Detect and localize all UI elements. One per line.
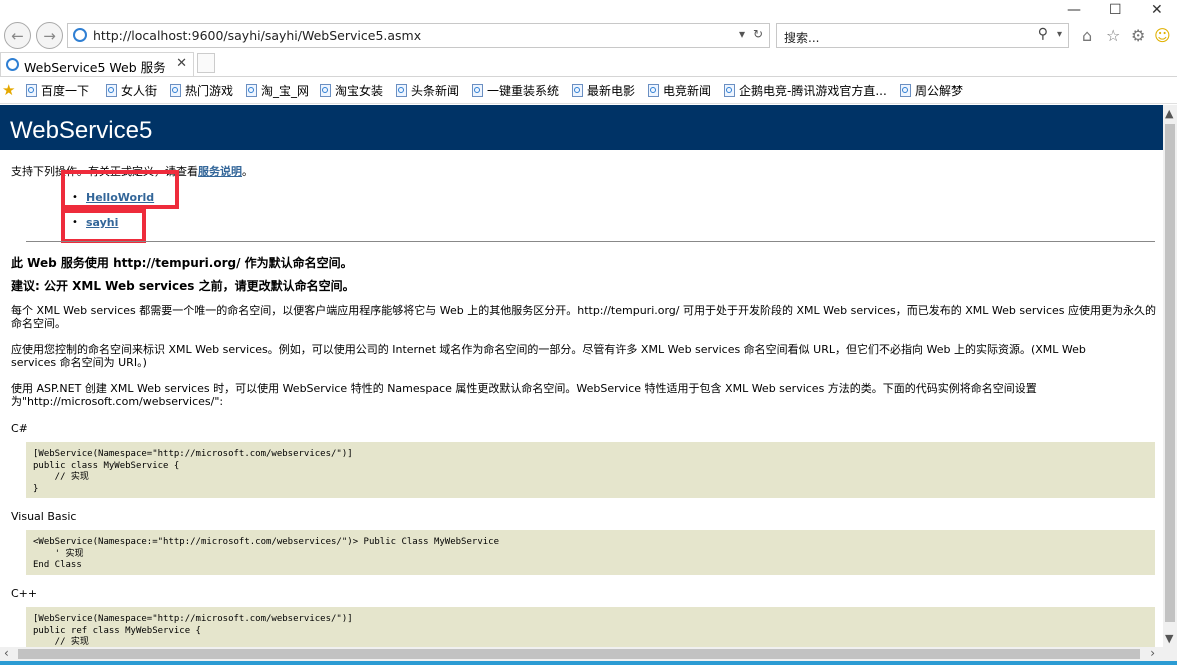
ie-tab-icon bbox=[6, 58, 19, 71]
close-tab-icon[interactable]: ✕ bbox=[176, 56, 187, 71]
page-icon bbox=[170, 84, 181, 97]
code-block-cpp: [WebService(Namespace="http://microsoft.… bbox=[26, 607, 1155, 647]
scroll-left-icon[interactable]: ‹ bbox=[4, 646, 9, 660]
code-block-csharp: [WebService(Namespace="http://microsoft.… bbox=[26, 442, 1155, 498]
favorite-item[interactable]: 淘_宝_网 bbox=[246, 82, 309, 99]
page-title: WebService5 bbox=[10, 117, 153, 144]
horizontal-scroll-thumb[interactable] bbox=[18, 649, 1140, 659]
favorites-divider bbox=[0, 103, 1177, 104]
page-icon bbox=[246, 84, 257, 97]
tab-divider bbox=[0, 76, 1177, 77]
page-icon bbox=[724, 84, 735, 97]
maximize-button[interactable]: ☐ bbox=[1109, 2, 1122, 18]
favorite-item[interactable]: 一键重装系统 bbox=[472, 82, 559, 99]
window-controls: — ☐ ✕ bbox=[1057, 0, 1177, 24]
favorites-bar: ★ 百度一下 女人街 热门游戏 淘_宝_网 淘宝女装 头条新闻 一键重装系统 最… bbox=[0, 78, 1177, 103]
label-csharp: C# bbox=[11, 422, 28, 435]
gear-icon[interactable]: ⚙ bbox=[1131, 26, 1145, 45]
page-icon bbox=[648, 84, 659, 97]
favorite-item[interactable]: 百度一下 bbox=[26, 82, 89, 99]
favorites-add-icon[interactable]: ★ bbox=[2, 81, 15, 99]
highlight-box bbox=[61, 170, 179, 209]
dropdown-arrow-icon[interactable]: ▾ bbox=[739, 27, 745, 41]
back-button[interactable]: ← bbox=[4, 22, 31, 49]
favorite-item[interactable]: 热门游戏 bbox=[170, 82, 233, 99]
paragraph-3: 使用 ASP.NET 创建 XML Web services 时，可以使用 We… bbox=[11, 382, 1037, 408]
namespace-heading: 此 Web 服务使用 http://tempuri.org/ 作为默认命名空间。 bbox=[11, 256, 353, 270]
favorite-item[interactable]: 周公解梦 bbox=[900, 82, 963, 99]
paragraph-1: 每个 XML Web services 都需要一个唯一的命名空间，以便客户端应用… bbox=[11, 304, 1157, 330]
home-icon[interactable]: ⌂ bbox=[1082, 26, 1092, 45]
page-icon bbox=[572, 84, 583, 97]
page-icon bbox=[320, 84, 331, 97]
back-arrow-icon: ← bbox=[11, 27, 24, 45]
favorite-item[interactable]: 最新电影 bbox=[572, 82, 635, 99]
divider bbox=[26, 241, 1155, 242]
forward-button[interactable]: → bbox=[36, 22, 63, 49]
tab-title: WebService5 Web 服务 bbox=[24, 60, 166, 75]
scroll-down-icon[interactable]: ▼ bbox=[1165, 632, 1173, 645]
favorite-item[interactable]: 企鹅电竞-腾讯游戏官方直... bbox=[724, 82, 887, 99]
scroll-right-icon[interactable]: › bbox=[1150, 646, 1155, 660]
address-bar[interactable]: http://localhost:9600/sayhi/sayhi/WebSer… bbox=[67, 23, 770, 48]
address-url[interactable]: http://localhost:9600/sayhi/sayhi/WebSer… bbox=[93, 28, 421, 43]
new-tab-button[interactable] bbox=[197, 53, 215, 73]
favorite-item[interactable]: 女人街 bbox=[106, 82, 157, 99]
favorite-item[interactable]: 电竞新闻 bbox=[648, 82, 711, 99]
vertical-scroll-thumb[interactable] bbox=[1165, 124, 1175, 622]
taskbar-edge bbox=[0, 661, 1177, 665]
tab-webservice5[interactable]: WebService5 Web 服务 ✕ bbox=[0, 52, 194, 77]
smiley-feedback-icon[interactable]: ☺ bbox=[1154, 26, 1171, 45]
recommendation-heading: 建议: 公开 XML Web services 之前，请更改默认命名空间。 bbox=[11, 279, 355, 293]
page-icon bbox=[396, 84, 407, 97]
highlight-box bbox=[61, 209, 146, 243]
label-visual-basic: Visual Basic bbox=[11, 510, 77, 523]
horizontal-scrollbar[interactable]: ‹ › bbox=[0, 646, 1163, 661]
search-box[interactable]: 搜索... ⚲ ▾ bbox=[776, 23, 1069, 48]
code-block-vb: <WebService(Namespace:="http://microsoft… bbox=[26, 530, 1155, 575]
favorites-star-icon[interactable]: ☆ bbox=[1106, 26, 1120, 45]
ie-page-icon bbox=[73, 28, 87, 42]
page-header: WebService5 bbox=[0, 105, 1163, 150]
label-cpp: C++ bbox=[11, 587, 38, 600]
page-icon bbox=[900, 84, 911, 97]
vertical-scrollbar[interactable]: ▲ ▼ bbox=[1163, 105, 1177, 647]
page-content: 支持下列操作。有关正式定义，请查看服务说明。 • HelloWorld • sa… bbox=[0, 150, 1163, 647]
scrollbar-corner bbox=[1163, 647, 1177, 661]
minimize-button[interactable]: — bbox=[1067, 2, 1081, 18]
forward-arrow-icon: → bbox=[43, 27, 56, 45]
page-icon bbox=[26, 84, 37, 97]
page-icon bbox=[106, 84, 117, 97]
service-description-link[interactable]: 服务说明 bbox=[198, 165, 242, 178]
refresh-icon[interactable]: ↻ bbox=[753, 27, 763, 41]
page-icon bbox=[472, 84, 483, 97]
search-icon[interactable]: ⚲ bbox=[1038, 26, 1048, 42]
paragraph-2: 应使用您控制的命名空间来标识 XML Web services。例如，可以使用公… bbox=[11, 343, 1086, 369]
favorite-item[interactable]: 淘宝女装 bbox=[320, 82, 383, 99]
search-dropdown-icon[interactable]: ▾ bbox=[1057, 29, 1062, 40]
search-input[interactable]: 搜索... bbox=[784, 29, 819, 46]
scroll-up-icon[interactable]: ▲ bbox=[1165, 107, 1173, 120]
favorite-item[interactable]: 头条新闻 bbox=[396, 82, 459, 99]
close-window-button[interactable]: ✕ bbox=[1151, 2, 1163, 18]
